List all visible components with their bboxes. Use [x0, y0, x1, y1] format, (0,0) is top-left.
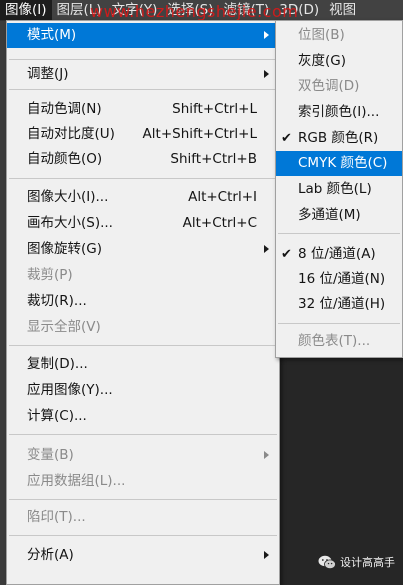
menu-item-label: 分析(A) [27, 547, 74, 563]
menu-item-label: 变量(B) [27, 447, 74, 463]
menu-item-image-rotation[interactable]: 图像旋转(G) [7, 237, 279, 262]
submenu-item-color-table[interactable]: 颜色表(T)... [276, 329, 402, 354]
mode-submenu: 位图(B) 灰度(G) 双色调(D) 索引颜色(I)... ✔ RGB 颜色(R… [275, 20, 403, 358]
submenu-item-duotone[interactable]: 双色调(D) [276, 74, 402, 99]
submenu-item-multichannel[interactable]: 多通道(M) [276, 203, 402, 228]
menu-item-label: 自动色调(N) [27, 101, 102, 117]
menu-item-label: 画布大小(S)... [27, 215, 113, 231]
submenu-item-rgb-color[interactable]: ✔ RGB 颜色(R) [276, 126, 402, 151]
menu-separator [9, 434, 277, 435]
menu-item-label: 计算(C)... [27, 408, 87, 424]
menubar-image[interactable]: 图像(I) [0, 0, 52, 20]
submenu-item-label: 多通道(M) [298, 207, 361, 223]
submenu-item-label: 索引颜色(I)... [298, 104, 380, 120]
submenu-item-label: Lab 颜色(L) [298, 181, 372, 197]
menu-item-apply-image[interactable]: 应用图像(Y)... [7, 378, 279, 403]
submenu-item-label: 16 位/通道(N) [298, 271, 386, 287]
submenu-item-label: 8 位/通道(A) [298, 246, 376, 262]
menu-separator [9, 59, 277, 60]
menubar-filter[interactable]: 滤镜(T) [218, 0, 274, 20]
menu-item-label: 自动对比度(U) [27, 126, 115, 142]
submenu-item-cmyk-color[interactable]: CMYK 颜色(C) [276, 151, 402, 176]
menu-item-label: 图像大小(I)... [27, 189, 109, 205]
menu-item-trim[interactable]: 裁切(R)... [7, 289, 279, 314]
menu-separator [9, 178, 277, 179]
menu-item-label: 自动颜色(O) [27, 151, 103, 167]
submenu-arrow-icon [264, 245, 269, 253]
menubar-layer[interactable]: 图层(L) [52, 0, 107, 20]
checkmark-icon: ✔ [281, 131, 292, 146]
submenu-item-32-bits[interactable]: 32 位/通道(H) [276, 292, 402, 317]
submenu-item-grayscale[interactable]: 灰度(G) [276, 49, 402, 74]
menu-item-auto-color[interactable]: 自动颜色(O) Shift+Ctrl+B [7, 147, 279, 172]
menu-separator [9, 345, 277, 346]
menu-item-label: 模式(M) [27, 27, 77, 43]
submenu-item-label: RGB 颜色(R) [298, 130, 379, 146]
submenu-arrow-icon [264, 451, 269, 459]
menu-item-shortcut: Shift+Ctrl+B [170, 151, 257, 167]
menu-item-label: 调整(J) [27, 66, 69, 82]
menu-item-apply-data-set[interactable]: 应用数据组(L)... [7, 469, 279, 494]
menu-item-auto-contrast[interactable]: 自动对比度(U) Alt+Shift+Ctrl+L [7, 122, 279, 147]
menu-item-label: 显示全部(V) [27, 319, 101, 335]
menu-item-image-size[interactable]: 图像大小(I)... Alt+Ctrl+I [7, 185, 279, 210]
submenu-item-label: 位图(B) [298, 27, 345, 43]
submenu-item-label: 双色调(D) [298, 78, 360, 94]
submenu-item-label: 32 位/通道(H) [298, 296, 386, 312]
submenu-item-8-bits[interactable]: ✔ 8 位/通道(A) [276, 242, 402, 267]
menubar: 图像(I) 图层(L) 文字(Y) 选择(S) 滤镜(T) 3D(D) 视图 [0, 0, 403, 21]
menu-item-analysis[interactable]: 分析(A) [7, 543, 279, 568]
document-canvas-area [275, 358, 403, 585]
menu-item-canvas-size[interactable]: 画布大小(S)... Alt+Ctrl+C [7, 211, 279, 236]
image-menu: 模式(M) 调整(J) 自动色调(N) Shift+Ctrl+L 自动对比度(U… [6, 20, 280, 585]
menubar-3d[interactable]: 3D(D) [274, 0, 324, 20]
menubar-select[interactable]: 选择(S) [162, 0, 218, 20]
menu-separator [9, 535, 277, 536]
menubar-view[interactable]: 视图 [324, 0, 361, 20]
badge-text: 设计高高手 [340, 556, 395, 569]
submenu-item-lab-color[interactable]: Lab 颜色(L) [276, 177, 402, 202]
menu-item-shortcut: Shift+Ctrl+L [172, 101, 257, 117]
menu-item-auto-tone[interactable]: 自动色调(N) Shift+Ctrl+L [7, 97, 279, 122]
submenu-item-indexed-color[interactable]: 索引颜色(I)... [276, 100, 402, 125]
submenu-item-label: CMYK 颜色(C) [298, 155, 388, 171]
submenu-item-16-bits[interactable]: 16 位/通道(N) [276, 267, 402, 292]
submenu-item-label: 颜色表(T)... [298, 333, 371, 349]
menu-item-duplicate[interactable]: 复制(D)... [7, 352, 279, 377]
wechat-icon [318, 555, 336, 569]
menu-item-reveal-all[interactable]: 显示全部(V) [7, 315, 279, 340]
menu-item-adjustments[interactable]: 调整(J) [7, 62, 279, 87]
menu-item-label: 复制(D)... [27, 356, 88, 372]
menu-item-label: 应用图像(Y)... [27, 382, 113, 398]
menu-item-trap[interactable]: 陷印(T)... [7, 505, 279, 530]
menu-item-label: 图像旋转(G) [27, 241, 102, 257]
menu-item-calculations[interactable]: 计算(C)... [7, 404, 279, 429]
wechat-badge: 设计高高手 [318, 554, 395, 570]
menu-separator [9, 499, 277, 500]
checkmark-icon: ✔ [281, 247, 292, 262]
menu-item-label: 应用数据组(L)... [27, 473, 126, 489]
menubar-type[interactable]: 文字(Y) [107, 0, 163, 20]
menu-item-shortcut: Alt+Ctrl+C [182, 215, 257, 231]
menu-item-mode[interactable]: 模式(M) [7, 23, 279, 48]
submenu-arrow-icon [264, 31, 269, 39]
menu-separator [9, 89, 277, 90]
menu-item-variables[interactable]: 变量(B) [7, 443, 279, 468]
menu-item-label: 裁切(R)... [27, 293, 87, 309]
submenu-item-bitmap[interactable]: 位图(B) [276, 23, 402, 48]
menu-item-shortcut: Alt+Shift+Ctrl+L [142, 126, 257, 142]
submenu-arrow-icon [264, 551, 269, 559]
menu-item-shortcut: Alt+Ctrl+I [188, 189, 257, 205]
submenu-separator [278, 323, 400, 324]
submenu-separator [278, 233, 400, 234]
submenu-arrow-icon [264, 70, 269, 78]
menu-item-crop[interactable]: 裁剪(P) [7, 263, 279, 288]
submenu-item-label: 灰度(G) [298, 53, 346, 69]
menu-item-label: 陷印(T)... [27, 509, 86, 525]
menu-item-label: 裁剪(P) [27, 267, 73, 283]
